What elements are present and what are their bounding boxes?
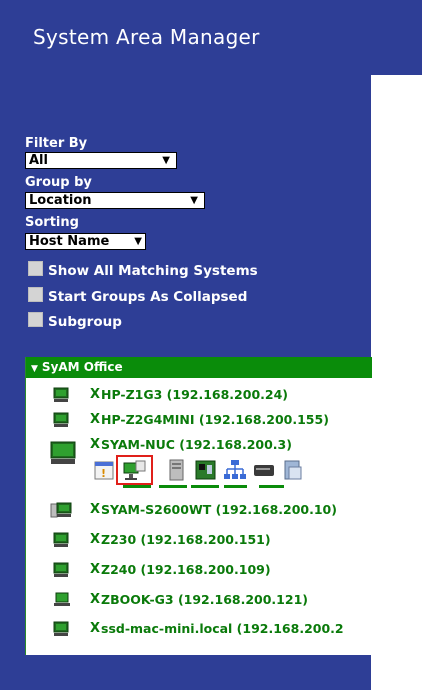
server-monitor-icon xyxy=(50,502,72,518)
motherboard-icon[interactable] xyxy=(193,459,219,481)
checkbox-icon xyxy=(28,287,43,302)
group-name: SyAM Office xyxy=(41,360,123,374)
top-banner xyxy=(371,0,422,75)
group-by-value: Location xyxy=(29,193,92,208)
host-status-mark: X xyxy=(90,437,101,452)
monitor-icon xyxy=(53,562,69,577)
filter-by-select[interactable]: All ▼ xyxy=(25,152,177,169)
chevron-down-icon: ▼ xyxy=(190,195,198,206)
host-label: HP-Z2G4MINI (192.168.200.155) xyxy=(101,412,329,427)
tab-underline xyxy=(191,485,219,488)
host-row[interactable]: X SYAM-S2600WT (192.168.200.10) xyxy=(26,500,372,520)
group-header[interactable]: ▼ SyAM Office xyxy=(26,357,372,378)
sorting-label: Sorting xyxy=(25,215,79,230)
svg-text:!: ! xyxy=(101,467,106,480)
host-row[interactable]: X HP-Z2G4MINI (192.168.200.155) xyxy=(26,410,372,430)
host-row[interactable]: X Z230 (192.168.200.151) xyxy=(26,530,372,550)
sorting-value: Host Name xyxy=(29,234,110,249)
network-icon[interactable] xyxy=(222,459,248,481)
sidebar: System Area Manager Filter By All ▼ Grou… xyxy=(0,0,372,690)
monitor-icon xyxy=(50,441,76,464)
host-row[interactable]: X ssd-mac-mini.local (192.168.200.2 xyxy=(26,619,372,639)
monitor-icon xyxy=(53,412,69,427)
host-label: SYAM-NUC (192.168.200.3) xyxy=(101,437,292,452)
app-title: System Area Manager xyxy=(33,25,260,49)
host-label: Z230 (192.168.200.151) xyxy=(101,532,271,547)
chevron-down-icon: ▼ xyxy=(134,236,142,247)
show-all-label: Show All Matching Systems xyxy=(48,263,258,279)
tab-underline xyxy=(224,485,247,488)
chevron-down-icon: ▼ xyxy=(162,155,170,166)
host-row-expanded[interactable]: X SYAM-NUC (192.168.200.3) xyxy=(26,435,372,464)
checkbox-icon xyxy=(28,312,43,327)
tab-underline xyxy=(123,485,151,488)
host-label: SYAM-S2600WT (192.168.200.10) xyxy=(101,502,337,517)
host-label: HP-Z1G3 (192.168.200.24) xyxy=(101,387,289,402)
tab-underline xyxy=(259,485,284,488)
tab-underline xyxy=(159,485,187,488)
host-status-mark: X xyxy=(90,412,101,427)
subgroup-label: Subgroup xyxy=(48,314,122,330)
filter-by-label: Filter By xyxy=(25,136,88,151)
host-label: ssd-mac-mini.local (192.168.200.2 xyxy=(101,621,344,636)
group-by-select[interactable]: Location ▼ xyxy=(25,192,205,209)
host-row[interactable]: X HP-Z1G3 (192.168.200.24) xyxy=(26,385,372,405)
server-tower-icon[interactable] xyxy=(164,459,190,481)
monitor-icon xyxy=(53,621,69,636)
laptop-icon xyxy=(54,592,70,606)
start-collapsed-checkbox[interactable]: Start Groups As Collapsed xyxy=(28,287,247,305)
host-status-mark: X xyxy=(90,387,101,402)
show-all-matching-checkbox[interactable]: Show All Matching Systems xyxy=(28,261,258,279)
calendar-alert-icon[interactable]: ! xyxy=(92,459,118,481)
host-row[interactable]: X Z240 (192.168.200.109) xyxy=(26,560,372,580)
group-by-label: Group by xyxy=(25,175,92,190)
desktop-icon[interactable] xyxy=(122,460,148,482)
subgroup-checkbox[interactable]: Subgroup xyxy=(28,312,122,330)
system-tree: ▼ SyAM Office X HP-Z1G3 (192.168.200.24) … xyxy=(25,357,372,655)
host-status-mark: X xyxy=(90,621,101,636)
monitor-icon xyxy=(53,387,69,402)
document-icon[interactable] xyxy=(280,459,306,481)
sorting-select[interactable]: Host Name ▼ xyxy=(25,233,146,250)
host-status-mark: X xyxy=(90,532,101,547)
host-row[interactable]: X ZBOOK-G3 (192.168.200.121) xyxy=(26,590,372,610)
host-status-mark: X xyxy=(90,592,101,607)
host-label: ZBOOK-G3 (192.168.200.121) xyxy=(101,592,308,607)
expand-triangle-icon: ▼ xyxy=(31,364,38,374)
host-status-mark: X xyxy=(90,562,101,577)
monitor-icon xyxy=(53,532,69,547)
start-collapsed-label: Start Groups As Collapsed xyxy=(48,289,248,305)
host-status-mark: X xyxy=(90,502,101,517)
storage-icon[interactable] xyxy=(251,459,277,481)
checkbox-icon xyxy=(28,261,43,276)
host-label: Z240 (192.168.200.109) xyxy=(101,562,271,577)
filter-by-value: All xyxy=(29,153,48,168)
